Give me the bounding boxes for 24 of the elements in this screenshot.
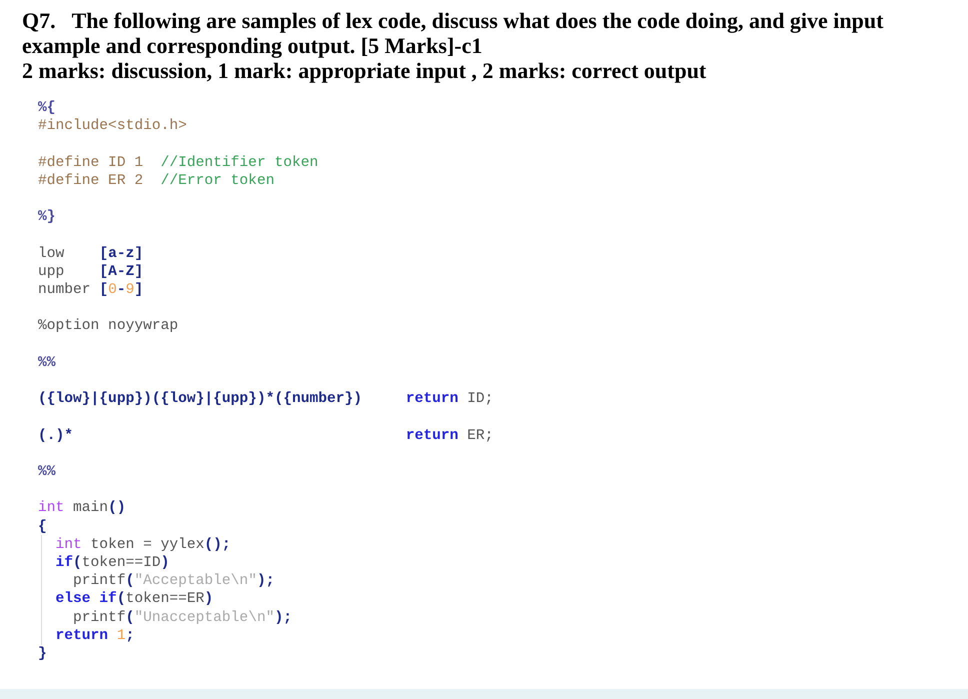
code-line: printf("Acceptable\n"); (72, 572, 274, 590)
code-line: if(token==ID) (54, 554, 170, 572)
code-line: %% (38, 354, 56, 372)
code-line: upp [A-Z] (38, 262, 144, 281)
question-text: Q7. The following are samples of lex code, discuss what does the code doing, and give input example and corresponding output. [5 Marks]-c1 (22, 8, 884, 58)
code-line: printf("Unacceptable\n"); (72, 608, 292, 627)
code-line: %{ (38, 99, 56, 118)
code-line: #include<stdio.h> (38, 117, 187, 136)
code-line: ({low}|{upp})({low}|{upp})*({number}) return ID; (38, 390, 494, 408)
code-line: int main() (38, 499, 126, 518)
code-line: %} (38, 208, 56, 226)
code-line: (.)* return ER; (38, 426, 494, 445)
code-line: else if(token==ER) (54, 590, 214, 609)
code-line: %option noyywrap (38, 317, 178, 336)
code-line: number [0-9] (38, 280, 144, 300)
code-line: } (38, 644, 47, 664)
code-line: return 1; (54, 626, 134, 645)
code-line: int token = yylex(); (54, 536, 231, 554)
code-line: low [a-z] (38, 244, 144, 263)
marking-scheme: 2 marks: discussion, 1 mark: appropriate input , 2 marks: correct output (22, 58, 708, 83)
code-line: { (38, 518, 47, 536)
code-line: %% (38, 462, 56, 482)
code-line: #define ID 1 //Identifier token (38, 154, 318, 172)
code-line: #define ER 2 //Error token (38, 172, 274, 190)
